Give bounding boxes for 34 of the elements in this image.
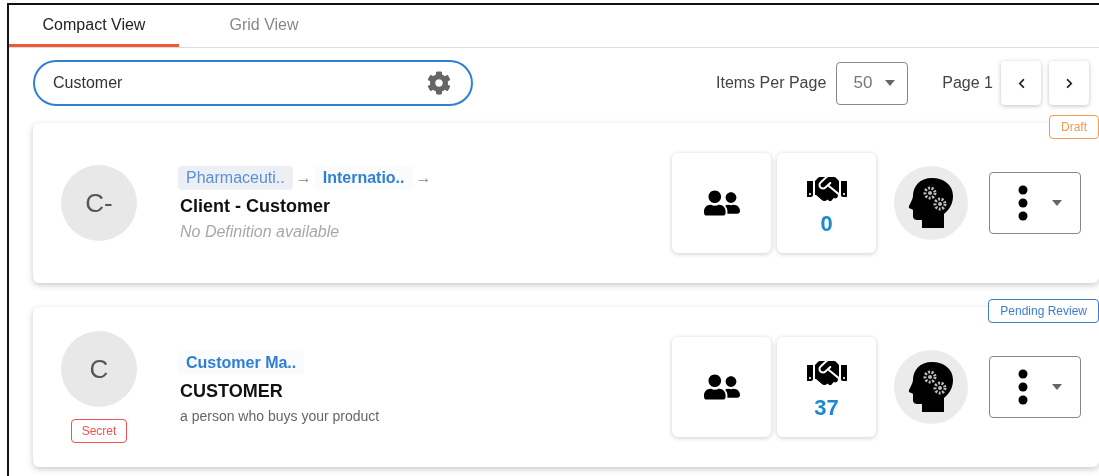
caret-icon xyxy=(1052,384,1062,390)
members-button[interactable] xyxy=(672,153,771,253)
initials-avatar: C xyxy=(61,331,137,407)
status-badge: Pending Review xyxy=(988,299,1099,323)
view-tab[interactable]: Compact View xyxy=(9,5,179,47)
search-field[interactable]: Customer xyxy=(33,60,473,106)
breadcrumb-arrow: → xyxy=(295,168,312,187)
relations-button[interactable]: 0 xyxy=(777,153,876,253)
view-tab[interactable]: Grid View xyxy=(179,5,349,47)
breadcrumb-link[interactable]: Internatio.. xyxy=(314,165,413,190)
settings-icon[interactable] xyxy=(427,71,451,95)
status-badge: Draft xyxy=(1049,115,1099,139)
more-vertical-icon xyxy=(1018,185,1028,221)
more-vertical-icon xyxy=(1018,369,1028,405)
card-title: Client - Customer xyxy=(179,195,331,217)
classification-badge: Secret xyxy=(70,419,128,443)
head-gears-icon xyxy=(908,361,954,413)
caret-icon xyxy=(1052,200,1062,206)
card-title: CUSTOMER xyxy=(179,380,284,402)
definition-text: No Definition available xyxy=(179,222,341,241)
head-gears-icon xyxy=(908,177,954,229)
caret-icon xyxy=(885,80,895,86)
definition-text: a person who buys your product xyxy=(179,407,381,424)
relations-button[interactable]: 37 xyxy=(777,337,876,437)
more-menu-button[interactable] xyxy=(989,356,1081,418)
more-menu-button[interactable] xyxy=(989,172,1081,234)
breadcrumb-arrow: → xyxy=(415,168,432,187)
breadcrumb-link[interactable]: Pharmaceuti.. xyxy=(178,165,293,190)
items-per-page-select[interactable]: 50 xyxy=(836,61,909,105)
members-button[interactable] xyxy=(672,337,771,437)
page-label: Page 1 xyxy=(942,74,993,92)
initials-avatar: C- xyxy=(61,165,137,241)
breadcrumb-link[interactable]: Customer Ma.. xyxy=(178,350,305,375)
items-per-page-label: Items Per Page xyxy=(716,74,827,92)
